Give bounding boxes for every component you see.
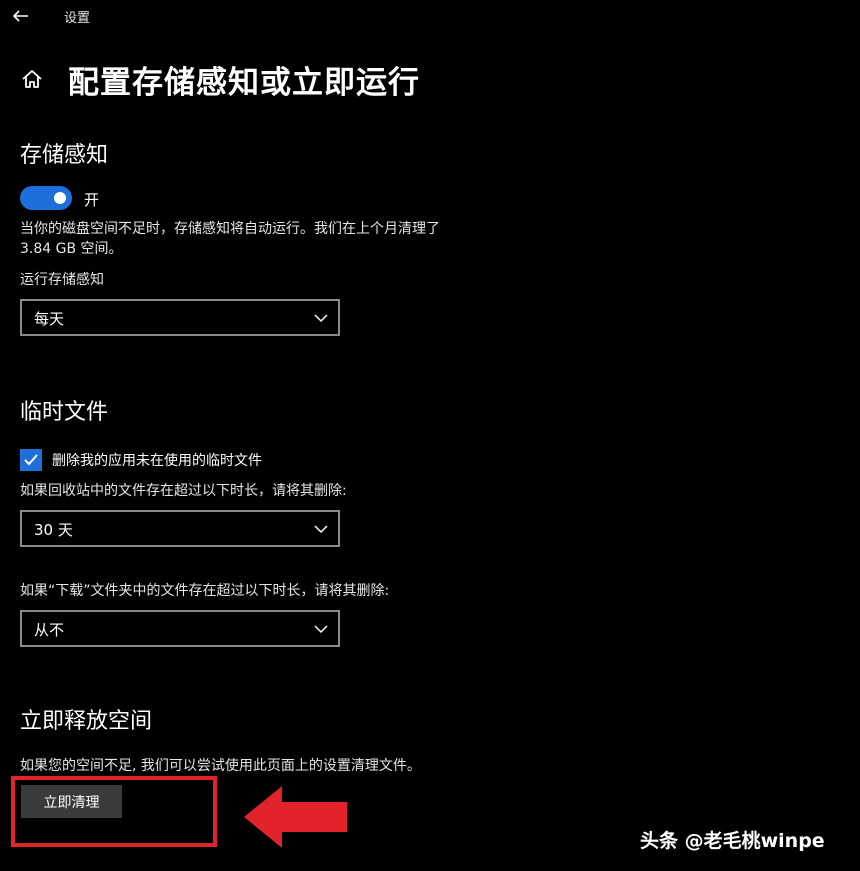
downloads-folder-dropdown[interactable]: 从不	[20, 610, 340, 647]
section-title-storage-sense: 存储感知	[20, 143, 109, 168]
chevron-down-icon	[314, 525, 328, 534]
chevron-down-icon	[314, 625, 328, 634]
dropdown-value: 每天	[34, 310, 65, 328]
toggle-state-label: 开	[84, 191, 100, 209]
back-arrow-icon[interactable]	[10, 5, 32, 27]
storage-sense-description-freed: 3.84 GB 空间。	[20, 241, 123, 257]
downloads-folder-label: 如果“下载”文件夹中的文件存在超过以下时长，请将其删除:	[20, 583, 390, 599]
run-storage-sense-label: 运行存储感知	[20, 272, 104, 288]
delete-temp-files-checkbox[interactable]	[20, 449, 42, 471]
delete-temp-files-label: 删除我的应用未在使用的临时文件	[52, 453, 262, 469]
dropdown-value: 30 天	[34, 521, 73, 539]
free-space-description: 如果您的空间不足, 我们可以尝试使用此页面上的设置清理文件。	[20, 758, 421, 774]
red-arrow-icon	[244, 786, 347, 848]
dropdown-value: 从不	[34, 621, 65, 639]
chevron-down-icon	[314, 314, 328, 323]
section-title-temp-files: 临时文件	[20, 400, 109, 425]
page-title: 配置存储感知或立即运行	[68, 65, 420, 101]
home-icon[interactable]	[19, 66, 45, 92]
storage-sense-toggle[interactable]	[20, 186, 72, 210]
title-bar: 设置	[0, 0, 860, 34]
run-frequency-dropdown[interactable]: 每天	[20, 299, 340, 336]
watermark: 头条 @老毛桃winpe	[640, 830, 825, 852]
section-title-free-space: 立即释放空间	[20, 709, 153, 734]
recycle-bin-dropdown[interactable]: 30 天	[20, 510, 340, 547]
checkmark-icon	[24, 454, 38, 466]
recycle-bin-label: 如果回收站中的文件存在超过以下时长，请将其删除:	[20, 483, 347, 499]
clean-now-button[interactable]: 立即清理	[21, 785, 122, 818]
app-title: 设置	[64, 11, 91, 26]
toggle-knob	[54, 192, 66, 204]
storage-sense-description: 当你的磁盘空间不足时，存储感知将自动运行。我们在上个月清理了	[20, 221, 440, 237]
